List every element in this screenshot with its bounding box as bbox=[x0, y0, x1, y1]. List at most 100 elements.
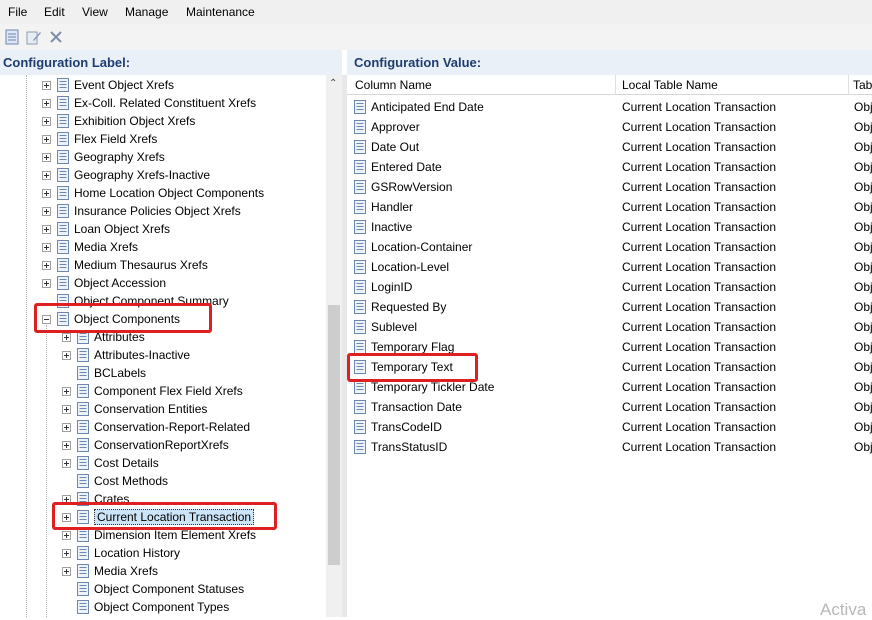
field-list-icon bbox=[353, 260, 367, 274]
tree-item[interactable]: Component Flex Field Xrefs bbox=[62, 382, 243, 400]
table-row[interactable]: Location-Container Current Location Trans… bbox=[347, 237, 872, 257]
table-row[interactable]: Entered Date Current Location Transaction… bbox=[347, 157, 872, 177]
menu-bar: File Edit View Manage Maintenance bbox=[0, 0, 872, 24]
tree-item[interactable]: Conservation-Report-Related bbox=[62, 418, 250, 436]
collapse-minus-icon[interactable] bbox=[42, 314, 51, 324]
table-list-icon bbox=[56, 222, 70, 236]
tree-item[interactable]: Medium Thesaurus Xrefs bbox=[42, 256, 208, 274]
table-list-icon bbox=[56, 240, 70, 254]
menu-edit[interactable]: Edit bbox=[44, 5, 65, 19]
edit-pen-icon[interactable] bbox=[25, 28, 43, 46]
tree-item[interactable]: Conservation Entities bbox=[62, 400, 207, 418]
expand-plus-icon[interactable] bbox=[42, 188, 51, 198]
tree-item[interactable]: Media Xrefs bbox=[62, 562, 158, 580]
table-row[interactable]: Temporary Tickler Date Current Location T… bbox=[347, 377, 872, 397]
expand-plus-icon[interactable] bbox=[42, 116, 51, 126]
menu-manage[interactable]: Manage bbox=[125, 5, 168, 19]
tree-item[interactable]: Event Object Xrefs bbox=[42, 76, 174, 94]
cell-table: Obj bbox=[854, 280, 872, 294]
expand-plus-icon[interactable] bbox=[62, 350, 71, 360]
tree-item[interactable]: Object Component Statuses bbox=[62, 580, 244, 598]
expand-plus-icon[interactable] bbox=[42, 134, 51, 144]
expand-plus-icon[interactable] bbox=[42, 260, 51, 270]
tree-item-label: Current Location Transaction bbox=[94, 509, 255, 525]
expand-plus-icon[interactable] bbox=[62, 530, 71, 540]
table-row[interactable]: Requested By Current Location Transaction… bbox=[347, 297, 872, 317]
expand-plus-icon[interactable] bbox=[42, 152, 51, 162]
column-header-local-table-name[interactable]: Local Table Name bbox=[618, 75, 849, 95]
tree-item[interactable]: Location History bbox=[62, 544, 180, 562]
tree-item-label: Conservation Entities bbox=[94, 402, 208, 416]
expand-plus-icon[interactable] bbox=[62, 458, 71, 468]
tree-item[interactable]: Cost Details bbox=[62, 454, 159, 472]
column-header-column-name[interactable]: Column Name bbox=[351, 75, 616, 95]
column-header-table[interactable]: Tab bbox=[849, 75, 872, 95]
cell-column-name: TransStatusID bbox=[371, 440, 448, 454]
tree-item[interactable]: Dimension Item Element Xrefs bbox=[62, 526, 256, 544]
expand-plus-icon[interactable] bbox=[62, 548, 71, 558]
expand-plus-icon[interactable] bbox=[42, 80, 51, 90]
delete-x-icon[interactable] bbox=[47, 28, 65, 46]
expand-plus-icon[interactable] bbox=[62, 422, 71, 432]
expand-plus-icon[interactable] bbox=[62, 440, 71, 450]
tree-item[interactable]: Object Components bbox=[42, 310, 180, 328]
field-list-icon bbox=[353, 240, 367, 254]
expand-plus-icon[interactable] bbox=[42, 224, 51, 234]
table-row[interactable]: Temporary Flag Current Location Transacti… bbox=[347, 337, 872, 357]
tree-item[interactable]: Object Accession bbox=[42, 274, 166, 292]
tree-item[interactable]: Cost Methods bbox=[62, 472, 168, 490]
table-row[interactable]: Anticipated End Date Current Location Tra… bbox=[347, 97, 872, 117]
tree-item[interactable]: Insurance Policies Object Xrefs bbox=[42, 202, 241, 220]
table-row[interactable]: Sublevel Current Location Transaction Obj bbox=[347, 317, 872, 337]
expand-plus-icon[interactable] bbox=[42, 170, 51, 180]
tree-item[interactable]: Attributes-Inactive bbox=[62, 346, 190, 364]
configuration-tree[interactable]: Event Object Xrefs Ex-Coll. Related Const… bbox=[0, 75, 342, 617]
tree-item[interactable]: Media Xrefs bbox=[42, 238, 138, 256]
tree-item[interactable]: Current Location Transaction bbox=[62, 508, 255, 526]
table-row[interactable]: Approver Current Location Transaction Obj bbox=[347, 117, 872, 137]
cell-local-table-name: Current Location Transaction bbox=[622, 240, 777, 254]
tree-item[interactable]: Flex Field Xrefs bbox=[42, 130, 157, 148]
tree-item[interactable]: Geography Xrefs bbox=[42, 148, 165, 166]
tree-item[interactable]: Ex-Coll. Related Constituent Xrefs bbox=[42, 94, 256, 112]
scroll-up-icon[interactable]: ⌃ bbox=[329, 78, 337, 89]
table-row[interactable]: Date Out Current Location Transaction Obj bbox=[347, 137, 872, 157]
cell-local-table-name: Current Location Transaction bbox=[622, 260, 777, 274]
expand-plus-icon[interactable] bbox=[62, 566, 71, 576]
expand-plus-icon[interactable] bbox=[62, 494, 71, 504]
menu-file[interactable]: File bbox=[8, 5, 27, 19]
tree-item[interactable]: BCLabels bbox=[62, 364, 146, 382]
tree-item[interactable]: Object Component Types bbox=[62, 598, 229, 616]
tree-item[interactable]: Exhibition Object Xrefs bbox=[42, 112, 195, 130]
table-row[interactable]: TransStatusID Current Location Transactio… bbox=[347, 437, 872, 457]
expand-plus-icon[interactable] bbox=[42, 206, 51, 216]
menu-maintenance[interactable]: Maintenance bbox=[186, 5, 255, 19]
scroll-thumb[interactable] bbox=[328, 305, 340, 565]
tree-item[interactable]: Geography Xrefs-Inactive bbox=[42, 166, 210, 184]
table-row[interactable]: Handler Current Location Transaction Obj bbox=[347, 197, 872, 217]
table-row[interactable]: LoginID Current Location Transaction Obj bbox=[347, 277, 872, 297]
expand-plus-icon[interactable] bbox=[62, 404, 71, 414]
tree-item[interactable]: Crates bbox=[62, 490, 129, 508]
expand-plus-icon[interactable] bbox=[42, 278, 51, 288]
tree-item[interactable]: Loan Object Xrefs bbox=[42, 220, 170, 238]
tree-item[interactable]: Attributes bbox=[62, 328, 145, 346]
expand-plus-icon[interactable] bbox=[62, 512, 71, 522]
table-row[interactable]: Inactive Current Location Transaction Obj bbox=[347, 217, 872, 237]
table-row[interactable]: GSRowVersion Current Location Transaction… bbox=[347, 177, 872, 197]
expand-plus-icon[interactable] bbox=[62, 332, 71, 342]
table-row[interactable]: Temporary Text Current Location Transacti… bbox=[347, 357, 872, 377]
tree-item[interactable]: Object Component Summary bbox=[42, 292, 229, 310]
expand-plus-icon[interactable] bbox=[42, 98, 51, 108]
table-row[interactable]: TransCodeID Current Location Transaction O… bbox=[347, 417, 872, 437]
expand-plus-icon[interactable] bbox=[42, 242, 51, 252]
menu-view[interactable]: View bbox=[82, 5, 108, 19]
table-row[interactable]: Location-Level Current Location Transacti… bbox=[347, 257, 872, 277]
table-row[interactable]: Transaction Date Current Location Transac… bbox=[347, 397, 872, 417]
field-list-icon bbox=[353, 360, 367, 374]
tree-scrollbar[interactable]: ⌃ bbox=[326, 75, 342, 617]
document-list-icon[interactable] bbox=[3, 28, 21, 46]
tree-item[interactable]: Home Location Object Components bbox=[42, 184, 264, 202]
expand-plus-icon[interactable] bbox=[62, 386, 71, 396]
tree-item[interactable]: ConservationReportXrefs bbox=[62, 436, 229, 454]
